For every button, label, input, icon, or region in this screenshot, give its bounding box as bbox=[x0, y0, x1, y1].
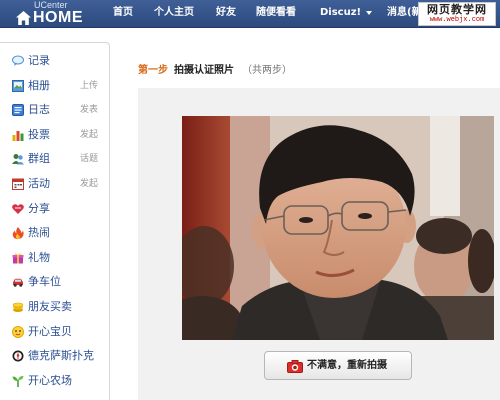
nav-profile[interactable]: 个人主页 bbox=[154, 7, 194, 19]
sidebar-item-label: 群组 bbox=[28, 152, 50, 166]
photo-icon bbox=[12, 79, 24, 92]
watermark-logo: 网页教学网 www.webjx.com bbox=[418, 2, 496, 26]
chevron-down-icon[interactable] bbox=[366, 11, 372, 15]
sidebar-action-upload[interactable]: 上传 bbox=[80, 80, 98, 92]
sidebar-item-poll[interactable]: 投票 发起 bbox=[0, 123, 108, 148]
share-heart-icon bbox=[12, 203, 24, 214]
retake-button-label: 不满意，重新拍摄 bbox=[307, 360, 387, 371]
sidebar-item-happy-baby[interactable]: 开心宝贝 bbox=[0, 320, 108, 345]
sidebar-item-share[interactable]: 分享 bbox=[0, 197, 108, 222]
sidebar-item-label: 日志 bbox=[28, 103, 50, 117]
retake-photo-button[interactable]: 不满意，重新拍摄 bbox=[264, 351, 412, 380]
sidebar-item-label: 活动 bbox=[28, 177, 50, 190]
sidebar-action-topics[interactable]: 话题 bbox=[80, 153, 98, 165]
baby-icon bbox=[12, 325, 24, 338]
sidebar-item-texas-poker[interactable]: 德克萨斯扑克 bbox=[0, 344, 108, 369]
sidebar-item-gifts[interactable]: 礼物 bbox=[0, 246, 108, 271]
top-navigation-bar: UCenter HOME 首页 个人主页 好友 随便看看 Discuz! 消息(… bbox=[0, 0, 500, 28]
fire-icon bbox=[12, 227, 24, 240]
poker-icon bbox=[12, 350, 24, 362]
nav-messages[interactable]: 消息(新 bbox=[387, 7, 422, 19]
car-icon bbox=[13, 279, 23, 288]
captured-photo bbox=[182, 116, 494, 340]
sidebar-item-label: 德克萨斯扑克 bbox=[28, 349, 94, 363]
sidebar-item-label: 朋友买卖 bbox=[28, 300, 72, 313]
sidebar-item-label: 争车位 bbox=[28, 275, 61, 289]
sidebar-item-hot[interactable]: 热闹 bbox=[0, 221, 108, 246]
sidebar-action-create-poll[interactable]: 发起 bbox=[80, 129, 98, 141]
logo-home-text: HOME bbox=[33, 9, 83, 26]
sidebar-item-blog[interactable]: 日志 发表 bbox=[0, 98, 108, 123]
sidebar-item-label: 开心宝贝 bbox=[28, 324, 72, 338]
sidebar-action-create-event[interactable]: 发起 bbox=[80, 178, 98, 190]
app-sidebar: 记录 相册 上传 日志 发表 投票 发起 群组 话题 活动 发起 分享 热闹 礼… bbox=[0, 42, 110, 400]
sidebar-item-album[interactable]: 相册 上传 bbox=[0, 74, 108, 99]
blog-icon bbox=[12, 104, 24, 117]
step-heading: 第一步 拍摄认证照片 （共两步） bbox=[138, 64, 292, 78]
home-icon bbox=[16, 11, 31, 25]
nav-discuz[interactable]: Discuz! bbox=[320, 7, 361, 19]
step-number: 第一步 bbox=[138, 65, 168, 76]
speech-bubble-icon bbox=[12, 55, 24, 66]
sidebar-item-label: 分享 bbox=[28, 201, 50, 215]
sidebar-item-records[interactable]: 记录 bbox=[0, 49, 108, 74]
gift-icon bbox=[12, 253, 24, 264]
sidebar-item-label: 记录 bbox=[28, 54, 50, 67]
nav-home[interactable]: 首页 bbox=[113, 7, 133, 19]
poll-icon bbox=[12, 130, 24, 141]
calendar-icon bbox=[12, 178, 24, 190]
sidebar-item-label: 投票 bbox=[28, 127, 50, 141]
sidebar-item-friend-trade[interactable]: 朋友买卖 bbox=[0, 295, 108, 320]
sidebar-item-label: 开心农场 bbox=[28, 373, 72, 387]
step-count: （共两步） bbox=[242, 65, 292, 76]
sidebar-item-label: 相册 bbox=[28, 78, 50, 92]
sidebar-item-parking[interactable]: 争车位 bbox=[0, 270, 108, 295]
sidebar-action-publish[interactable]: 发表 bbox=[80, 104, 98, 116]
nav-friends[interactable]: 好友 bbox=[216, 7, 236, 19]
camera-icon bbox=[287, 360, 303, 373]
watermark-url: www.webjx.com bbox=[429, 16, 485, 24]
sidebar-item-events[interactable]: 活动 发起 bbox=[0, 172, 108, 197]
sidebar-item-groups[interactable]: 群组 话题 bbox=[0, 147, 108, 172]
coin-icon bbox=[12, 302, 24, 312]
watermark-title: 网页教学网 bbox=[427, 3, 487, 16]
sprout-icon bbox=[12, 375, 24, 387]
step-title: 拍摄认证照片 bbox=[174, 65, 234, 76]
sidebar-item-label: 礼物 bbox=[28, 250, 50, 264]
group-icon bbox=[12, 154, 24, 165]
sidebar-item-happy-farm[interactable]: 开心农场 bbox=[0, 369, 108, 394]
sidebar-item-label: 热闹 bbox=[28, 226, 50, 240]
nav-explore[interactable]: 随便看看 bbox=[256, 7, 296, 19]
